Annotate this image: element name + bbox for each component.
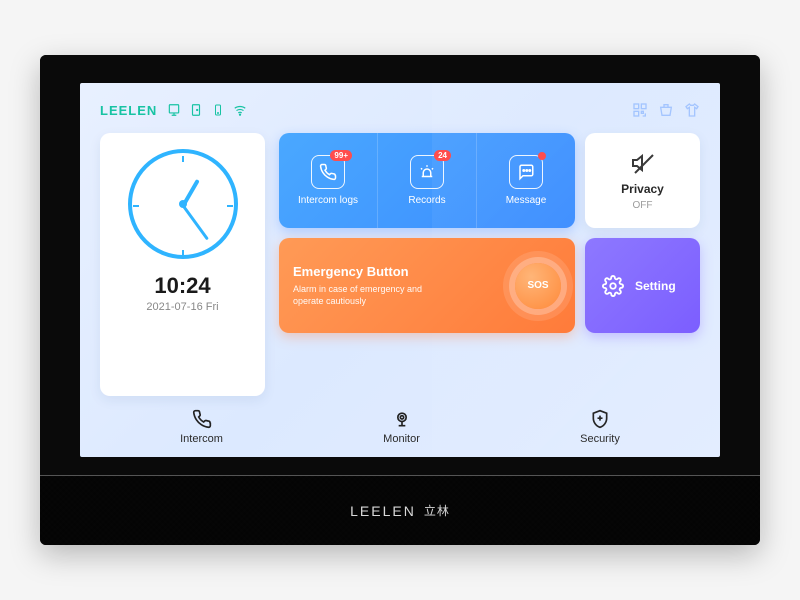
setting-card[interactable]: Setting bbox=[585, 238, 700, 333]
brand-logo-cn: 立林 bbox=[424, 502, 450, 519]
nav-label: Intercom bbox=[180, 433, 223, 445]
row-top: 99+ Intercom logs 24 Records bbox=[279, 133, 700, 228]
setting-label: Setting bbox=[635, 279, 676, 293]
device-frame: LEELEN bbox=[40, 55, 760, 545]
emergency-desc: Alarm in case of emergency and operate c… bbox=[293, 283, 443, 307]
wifi-icon bbox=[233, 103, 247, 117]
sos-button[interactable]: SOS bbox=[515, 263, 561, 309]
right-column: 99+ Intercom logs 24 Records bbox=[279, 133, 700, 396]
alarm-icon: 24 bbox=[410, 155, 444, 189]
nav-monitor[interactable]: Monitor bbox=[383, 408, 420, 445]
screen: LEELEN bbox=[80, 83, 720, 457]
tile-message[interactable]: Message bbox=[477, 133, 575, 228]
brand-logo-footer: LEELEN bbox=[350, 503, 416, 519]
clock-time: 10:24 bbox=[154, 273, 210, 299]
tile-label: Message bbox=[506, 195, 547, 206]
privacy-card[interactable]: Privacy OFF bbox=[585, 133, 700, 228]
privacy-title: Privacy bbox=[621, 182, 664, 196]
device-icon bbox=[167, 103, 181, 117]
phone-icon bbox=[191, 408, 213, 430]
top-right bbox=[632, 102, 700, 118]
status-icons bbox=[167, 103, 247, 117]
quick-tiles: 99+ Intercom logs 24 Records bbox=[279, 133, 575, 228]
cleanup-icon[interactable] bbox=[658, 102, 674, 118]
brand-logo: LEELEN bbox=[100, 103, 157, 118]
qr-icon[interactable] bbox=[632, 102, 648, 118]
clock-face bbox=[128, 149, 238, 259]
clock-card: 10:24 2021-07-16 Fri bbox=[100, 133, 265, 396]
sos-label: SOS bbox=[527, 280, 548, 291]
gear-icon bbox=[601, 274, 625, 298]
top-bar: LEELEN bbox=[100, 97, 700, 123]
shield-icon bbox=[589, 408, 611, 430]
emergency-card[interactable]: Emergency Button Alarm in case of emerge… bbox=[279, 238, 575, 333]
speaker-grill: LEELEN 立林 bbox=[40, 475, 760, 545]
badge-message bbox=[538, 152, 546, 160]
clock-minute-hand bbox=[181, 205, 208, 241]
nav-label: Monitor bbox=[383, 433, 420, 445]
tile-intercom-logs[interactable]: 99+ Intercom logs bbox=[279, 133, 378, 228]
clock-date: 2021-07-16 Fri bbox=[146, 301, 218, 313]
nav-label: Security bbox=[580, 433, 620, 445]
tile-records[interactable]: 24 Records bbox=[378, 133, 477, 228]
shirt-icon[interactable] bbox=[684, 102, 700, 118]
message-icon bbox=[509, 155, 543, 189]
mobile-icon bbox=[211, 103, 225, 117]
bottom-nav: Intercom Monitor Security bbox=[100, 400, 700, 445]
nav-security[interactable]: Security bbox=[580, 408, 620, 445]
phone-log-icon: 99+ bbox=[311, 155, 345, 189]
screen-bezel: LEELEN bbox=[40, 55, 760, 475]
badge-records: 24 bbox=[434, 150, 451, 161]
camera-icon bbox=[391, 408, 413, 430]
tile-label: Records bbox=[408, 195, 445, 206]
badge-intercom-logs: 99+ bbox=[330, 150, 352, 161]
top-left: LEELEN bbox=[100, 103, 247, 118]
mute-icon bbox=[630, 150, 656, 176]
nav-intercom[interactable]: Intercom bbox=[180, 408, 223, 445]
privacy-state: OFF bbox=[633, 200, 653, 211]
row-bottom: Emergency Button Alarm in case of emerge… bbox=[279, 238, 700, 333]
tile-label: Intercom logs bbox=[298, 195, 358, 206]
door-icon bbox=[189, 103, 203, 117]
main-area: 10:24 2021-07-16 Fri 99+ Intercom logs bbox=[100, 133, 700, 396]
